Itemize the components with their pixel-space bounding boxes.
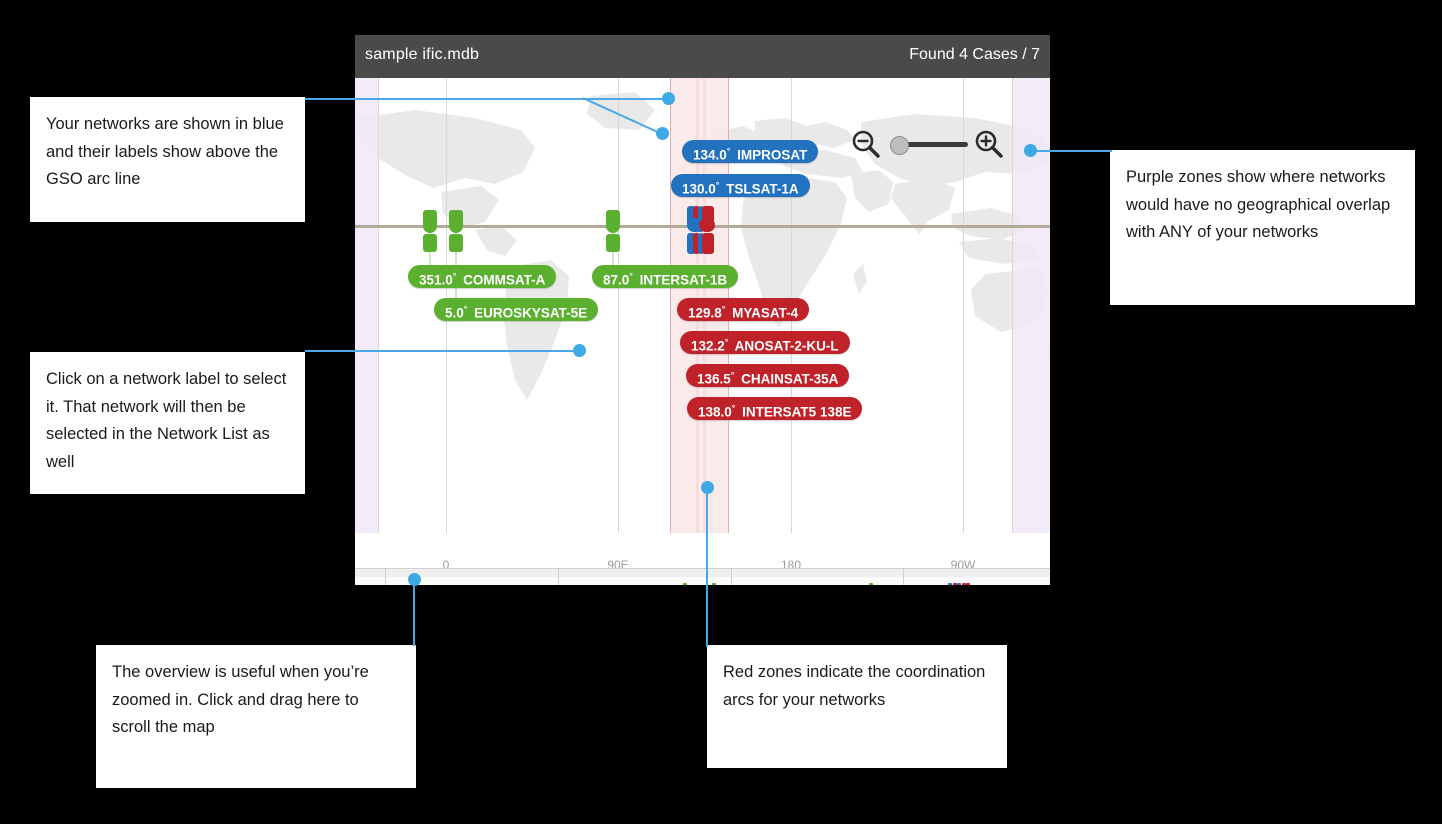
network-name: COMMSAT-A [463, 272, 546, 288]
grid-line [618, 78, 619, 533]
satellite-marker-cluster[interactable] [687, 206, 715, 268]
degree-symbol: ° [731, 403, 736, 413]
network-name: IMPROSAT [737, 147, 808, 163]
leader-line [1030, 150, 1112, 152]
axis-tick-180: 180 [780, 558, 802, 568]
network-label-tslsat-1a[interactable]: 130.0° TSLSAT-1A [671, 174, 810, 197]
degree-symbol: ° [463, 304, 468, 314]
callout-red-zones: Red zones indicate the coordination arcs… [707, 645, 1007, 768]
status-badge: Found 4 Cases / 7 [909, 46, 1040, 63]
network-label-chainsat-35a[interactable]: 136.5° CHAINSAT-35A [686, 364, 850, 387]
callout-overview-help: The overview is useful when you’re zoome… [96, 645, 416, 788]
leader-endpoint-dot [1024, 144, 1037, 157]
degree-symbol: ° [724, 337, 729, 347]
overview-marker [712, 583, 716, 585]
overview-divider [731, 569, 732, 585]
overview-marker [966, 583, 970, 585]
axis-tick-90w: 90W [950, 558, 976, 568]
network-label-commsat-a[interactable]: 351.0° COMMSAT-A [408, 265, 557, 288]
degree-symbol: ° [721, 304, 726, 314]
network-name: CHAINSAT-35A [741, 371, 839, 387]
overview-marker [869, 583, 873, 585]
callout-purple-zones: Purple zones show where networks would h… [1110, 150, 1415, 305]
network-longitude: 129.8 [688, 305, 722, 321]
callout-networks-blue: Your networks are shown in blue and thei… [30, 97, 305, 222]
overview-marker [957, 583, 961, 585]
gso-map-canvas[interactable]: 134.0° IMPROSAT 130.0° TSLSAT-1A 351.0° … [355, 78, 1050, 568]
network-label-euroskysat-5e[interactable]: 5.0° EUROSKYSAT-5E [434, 298, 599, 321]
window-title: sample ific.mdb [365, 46, 480, 63]
network-longitude: 351.0 [419, 272, 453, 288]
zoom-in-icon[interactable] [973, 128, 1005, 160]
leader-line [305, 350, 582, 352]
network-longitude: 134.0 [693, 147, 727, 163]
leader-endpoint-dot [573, 344, 586, 357]
zoom-out-icon[interactable] [850, 128, 882, 160]
network-name: INTERSAT-1B [639, 272, 728, 288]
callout-text: Red zones indicate the coordination arcs… [723, 663, 986, 709]
network-longitude: 138.0 [698, 404, 732, 420]
network-longitude: 136.5 [697, 371, 731, 387]
overview-band [355, 577, 1050, 585]
network-name: TSLSAT-1A [726, 181, 799, 197]
callout-text: Click on a network label to select it. T… [46, 370, 287, 471]
network-longitude: 132.2 [691, 338, 725, 354]
zoom-slider-knob[interactable] [890, 136, 909, 155]
network-name: ANOSAT-2-KU-L [734, 338, 839, 354]
overview-divider [903, 569, 904, 585]
network-label-myasat-4[interactable]: 129.8° MYASAT-4 [677, 298, 810, 321]
network-label-improsat[interactable]: 134.0° IMPROSAT [682, 140, 819, 163]
callout-click-label: Click on a network label to select it. T… [30, 352, 305, 494]
network-label-intersat5-138e[interactable]: 138.0° INTERSAT5 138E [687, 397, 863, 420]
network-label-anosat-2-ku-l[interactable]: 132.2° ANOSAT-2-KU-L [680, 331, 850, 354]
network-label-intersat-1b[interactable]: 87.0° INTERSAT-1B [592, 265, 739, 288]
callout-text: Your networks are shown in blue and thei… [46, 115, 284, 189]
grid-line [378, 78, 379, 533]
network-name: INTERSAT5 138E [742, 404, 852, 420]
network-longitude: 130.0 [682, 181, 716, 197]
degree-symbol: ° [730, 370, 735, 380]
overview-marker [948, 583, 952, 585]
degree-symbol: ° [726, 146, 731, 156]
network-name: MYASAT-4 [732, 305, 799, 321]
map-application-window: sample ific.mdb Found 4 Cases / 7 134.0°… [355, 35, 1050, 585]
purple-zone-left [355, 78, 378, 533]
callout-text: The overview is useful when you’re zoome… [112, 663, 369, 737]
leader-line [413, 584, 415, 646]
axis-tick-0: 0 [442, 558, 450, 568]
degree-symbol: ° [629, 271, 633, 281]
callout-text: Purple zones show where networks would h… [1126, 168, 1391, 242]
overview-divider [385, 569, 386, 585]
leader-endpoint-dot [408, 573, 421, 586]
overview-divider [558, 569, 559, 585]
zoom-controls[interactable] [850, 128, 1005, 162]
degree-symbol: ° [452, 271, 457, 281]
leader-endpoint-dot [701, 481, 714, 494]
map-overview-scroll-strip[interactable] [355, 568, 1050, 585]
overview-marker [683, 583, 687, 585]
axis-tick-90e: 90E [607, 558, 629, 568]
network-longitude: 5.0 [445, 305, 464, 321]
grid-line [1012, 78, 1013, 533]
window-titlebar: sample ific.mdb Found 4 Cases / 7 [355, 35, 1050, 78]
network-longitude: 87.0 [603, 272, 630, 288]
leader-endpoint-dot [656, 127, 669, 140]
leader-line [706, 492, 708, 647]
degree-symbol: ° [715, 180, 720, 190]
network-name: EUROSKYSAT-5E [474, 305, 588, 321]
